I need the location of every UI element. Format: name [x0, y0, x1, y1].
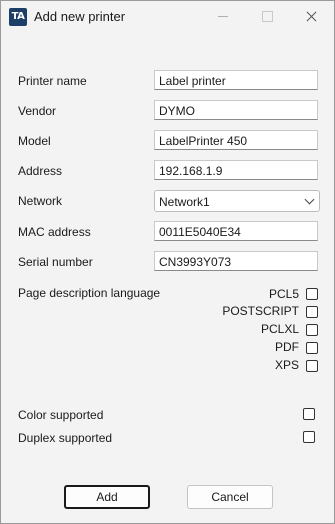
model-label: Model — [18, 134, 51, 148]
pdl-pdf-checkbox[interactable] — [306, 342, 318, 354]
address-input[interactable]: 192.168.1.9 — [154, 160, 318, 180]
add-printer-dialog: TA Add new printer Printer name Label pr… — [0, 0, 335, 524]
pdl-postscript-label: POSTSCRIPT — [222, 304, 299, 318]
minimize-icon[interactable] — [211, 5, 235, 29]
network-selected-value: Network1 — [159, 195, 210, 209]
add-button[interactable]: Add — [64, 485, 150, 509]
pdl-pclxl-checkbox[interactable] — [306, 324, 318, 336]
address-label: Address — [18, 164, 63, 178]
close-icon[interactable] — [299, 5, 323, 29]
title-bar: TA Add new printer — [1, 1, 334, 33]
pdl-label: Page description language — [18, 286, 161, 300]
pdl-pcl5-label: PCL5 — [268, 287, 299, 301]
mac-address-label: MAC address — [18, 225, 91, 239]
pdl-pcl5-checkbox[interactable] — [306, 288, 318, 300]
pdl-pclxl-label: PCLXL — [260, 322, 299, 336]
network-select[interactable]: Network1 — [154, 190, 320, 212]
app-icon: TA — [9, 8, 27, 26]
vendor-label: Vendor — [18, 104, 57, 118]
printer-name-input[interactable]: Label printer — [154, 70, 318, 90]
network-label: Network — [18, 194, 63, 208]
pdl-xps-checkbox[interactable] — [306, 360, 318, 372]
duplex-supported-label: Duplex supported — [18, 431, 113, 445]
serial-number-label: Serial number — [18, 255, 93, 269]
pdl-xps-label: XPS — [274, 358, 299, 372]
maximize-icon — [255, 5, 279, 29]
duplex-supported-checkbox[interactable] — [303, 431, 315, 443]
color-supported-checkbox[interactable] — [303, 408, 315, 420]
cancel-button[interactable]: Cancel — [187, 485, 273, 509]
window-title: Add new printer — [34, 9, 126, 24]
pdl-pdf-label: PDF — [275, 340, 299, 354]
mac-address-input[interactable]: 0011E5040E34 — [154, 221, 318, 241]
pdl-postscript-checkbox[interactable] — [306, 306, 318, 318]
color-supported-label: Color supported — [18, 408, 104, 422]
printer-name-label: Printer name — [18, 74, 87, 88]
serial-number-input[interactable]: CN3993Y073 — [154, 251, 318, 271]
model-input[interactable]: LabelPrinter 450 — [154, 130, 318, 150]
chevron-down-icon — [304, 194, 315, 205]
vendor-input[interactable]: DYMO — [154, 100, 318, 120]
